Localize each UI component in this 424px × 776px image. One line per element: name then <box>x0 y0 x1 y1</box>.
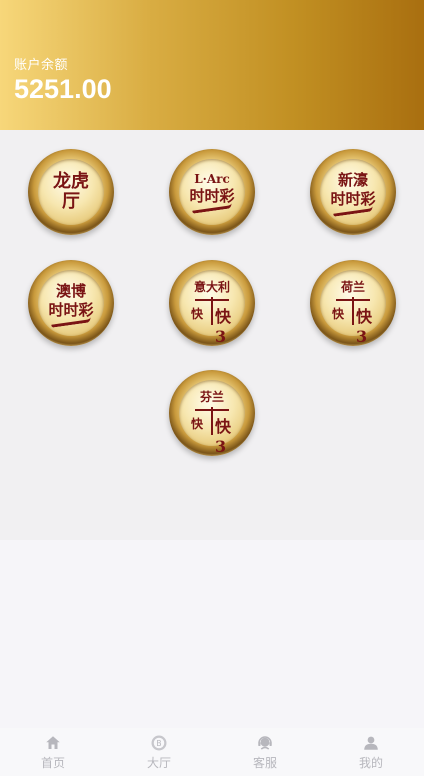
game-italy-line2: 快3 <box>215 306 232 346</box>
balance-label: 账户余额 <box>14 58 69 73</box>
tab-service[interactable]: 客服 <box>225 734 305 771</box>
headset-icon <box>258 735 272 750</box>
balance-value: 5251.00 <box>14 74 112 104</box>
swoosh-icon <box>50 317 92 328</box>
user-icon <box>364 736 378 750</box>
tab-mine-label: 我的 <box>358 755 383 770</box>
game-aobo-line1: 澳博 <box>55 282 86 300</box>
game-grid: 龙虎 厅 L·Arc 时时彩 新濠 时时彩 澳博 时时彩 意大利 快 快3 荷兰… <box>0 130 424 540</box>
k3-logo: 快 快3 <box>330 296 376 346</box>
game-italy-line1: 意大利 <box>193 280 230 295</box>
game-holland-line1: 荷兰 <box>340 280 365 295</box>
game-xinhao-line2: 时时彩 <box>330 189 376 208</box>
tab-home[interactable]: 首页 <box>13 734 93 771</box>
tab-mine[interactable]: 我的 <box>331 734 411 771</box>
game-longhu-line2: 厅 <box>62 191 80 212</box>
tab-hall-label: 大厅 <box>146 755 171 770</box>
balance-header: 账户余额 5251.00 <box>0 0 424 130</box>
k3-logo: 快 快3 <box>189 296 235 346</box>
tab-service-label: 客服 <box>252 755 277 770</box>
svg-text:B: B <box>156 739 161 748</box>
game-xinhao[interactable]: 新濠 时时彩 <box>310 149 396 235</box>
game-larc[interactable]: L·Arc 时时彩 <box>169 149 255 235</box>
game-holland-line2: 快3 <box>356 306 373 346</box>
swoosh-icon <box>332 206 374 217</box>
game-larc-line2: 时时彩 <box>189 186 235 205</box>
game-finland-line2: 快3 <box>215 416 232 456</box>
swoosh-icon <box>191 203 233 215</box>
game-xinhao-line1: 新濠 <box>337 171 368 189</box>
game-holland[interactable]: 荷兰 快 快3 <box>310 260 396 346</box>
game-longhu[interactable]: 龙虎 厅 <box>28 149 114 235</box>
game-longhu-label: 龙虎 厅 <box>49 172 93 212</box>
bitcoin-icon: B <box>151 735 167 750</box>
tab-home-label: 首页 <box>40 755 65 770</box>
home-icon <box>46 735 60 749</box>
tab-hall[interactable]: B 大厅 <box>119 734 199 771</box>
game-italy[interactable]: 意大利 快 快3 <box>169 260 255 346</box>
game-aobo[interactable]: 澳博 时时彩 <box>28 260 114 346</box>
game-longhu-line1: 龙虎 <box>53 171 89 193</box>
game-finland-line1: 芬兰 <box>199 390 224 405</box>
game-aobo-line2: 时时彩 <box>48 300 94 319</box>
game-finland[interactable]: 芬兰 快 快3 <box>169 370 255 456</box>
k3-logo: 快 快3 <box>189 406 235 456</box>
bottom-tab-bar: 首页 B 大厅 客服 我的 <box>0 728 424 776</box>
game-larc-line1: L·Arc <box>194 171 230 186</box>
